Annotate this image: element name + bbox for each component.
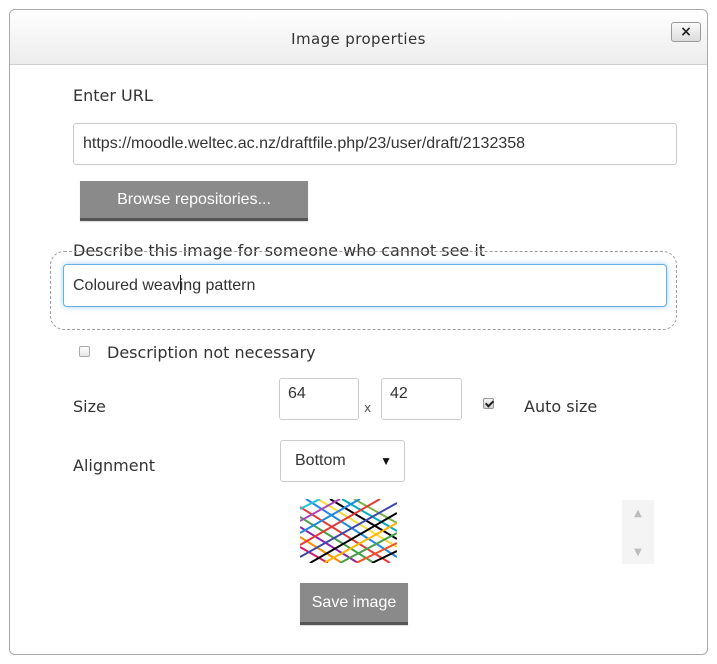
scroll-down-icon[interactable]: ▼	[622, 547, 654, 558]
dialog-title: Image properties	[291, 30, 426, 48]
url-input[interactable]: https://moodle.weltec.ac.nz/draftfile.ph…	[73, 123, 677, 165]
browse-repositories-button[interactable]: Browse repositories...	[80, 181, 308, 221]
scroll-up-icon[interactable]: ▲	[622, 508, 654, 519]
dialog-titlebar: Image properties ×	[10, 10, 707, 65]
auto-size-label: Auto size	[524, 397, 598, 416]
alignment-selected-value: Bottom	[295, 452, 346, 469]
auto-size-checkbox[interactable]	[483, 398, 494, 409]
alignment-label: Alignment	[73, 456, 155, 475]
alignment-select[interactable]: Bottom ▼	[280, 440, 405, 482]
description-not-necessary-label: Description not necessary	[107, 343, 316, 362]
description-not-necessary-checkbox[interactable]	[79, 346, 90, 357]
preview-scrollbar[interactable]: ▲ ▼	[622, 500, 654, 564]
width-input[interactable]: 64	[279, 378, 359, 420]
url-label: Enter URL	[73, 86, 153, 105]
height-input[interactable]: 42	[381, 378, 462, 420]
close-icon: ×	[680, 24, 692, 40]
woven-pattern-thumbnail	[300, 499, 397, 563]
close-button[interactable]: ×	[671, 22, 701, 42]
description-input[interactable]: Coloured weaving pattern	[63, 264, 667, 307]
chevron-down-icon: ▼	[380, 454, 392, 468]
save-image-button[interactable]: Save image	[300, 583, 408, 625]
description-text-after: ing pattern	[179, 277, 256, 294]
size-separator: x	[364, 401, 372, 415]
text-caret	[179, 275, 181, 295]
size-label: Size	[73, 397, 106, 416]
description-text-before: Coloured weav	[73, 277, 180, 294]
image-preview	[300, 499, 397, 563]
